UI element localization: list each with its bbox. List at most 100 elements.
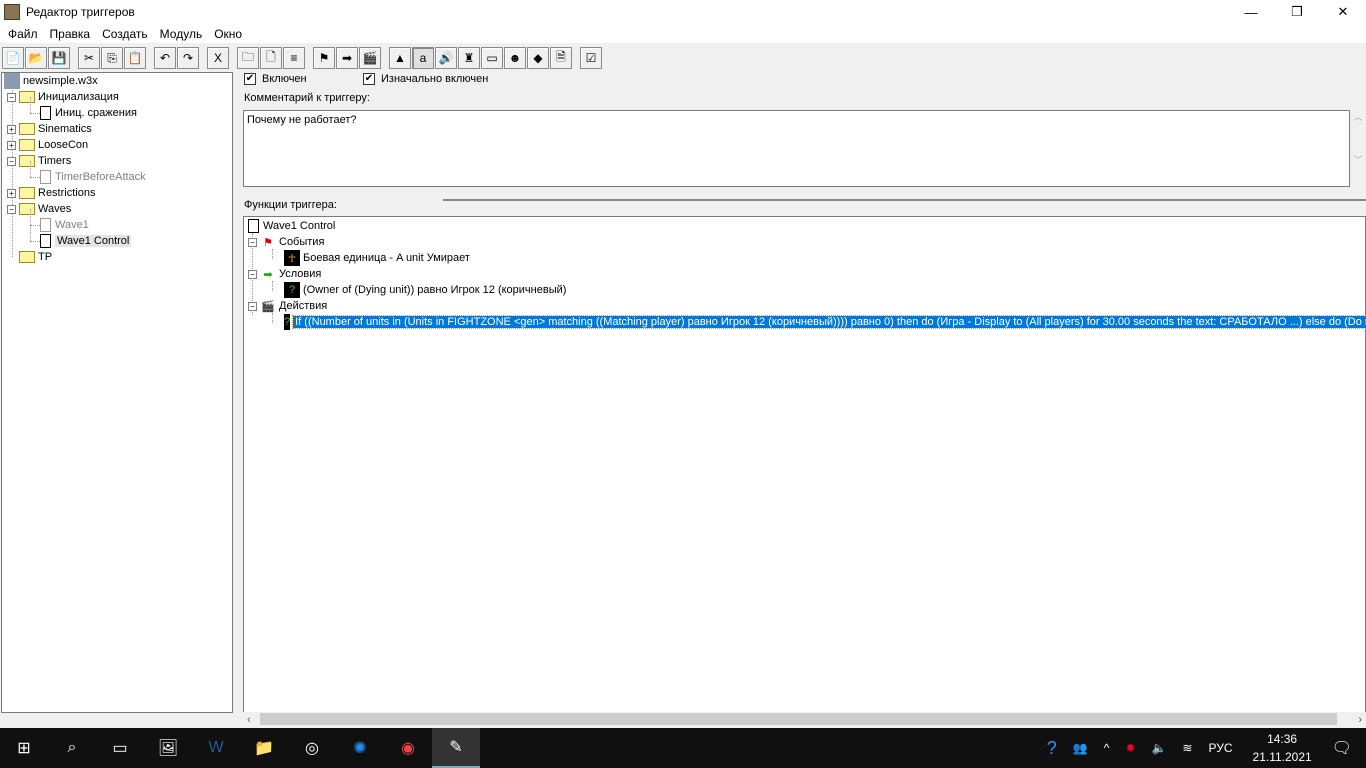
undo-button[interactable]: ↶ [154,47,176,69]
action-item[interactable]: ? If ((Number of units in (Units in FIGHT… [284,314,1366,330]
trigger-icon [40,218,51,232]
tree-item[interactable]: Иниц. сражения [26,105,137,121]
condition-button[interactable]: ➡ [336,47,358,69]
help-icon[interactable]: ? [1047,738,1057,759]
volume-icon[interactable]: 🔈 [1151,741,1166,755]
folder-icon [19,187,35,199]
object-editor-icon: ♜ [463,51,475,65]
menu-bar: Файл Правка Создать Модуль Окно [0,24,1366,43]
battlenet-icon[interactable]: ✺ [336,728,384,768]
action-text: If ((Number of units in (Units in FIGHTZ… [292,315,1366,329]
language-indicator[interactable]: РУС [1208,741,1232,755]
tree-label: TimerBeforeAttack [55,171,146,183]
close-button[interactable]: ✕ [1320,0,1366,24]
tree-item[interactable]: + LooseCon [7,137,88,153]
search-icon[interactable]: ⌕ [48,728,96,768]
horizontal-scrollbar[interactable]: ‹ › [243,712,1366,727]
new-button[interactable]: 📄 [2,47,24,69]
import-manager-icon: ◆ [533,51,543,65]
word-icon[interactable]: W [192,728,240,768]
question-icon: ? [284,314,291,330]
menu-create[interactable]: Создать [96,27,154,41]
unit-event-icon: ☥ [284,250,300,266]
new-category-button[interactable]: 🗀 [237,47,259,69]
world-editor-icon[interactable]: ✎ [432,728,480,768]
initially-on-checkbox[interactable]: ✔ Изначально включен [363,72,488,86]
comment-textarea[interactable]: Почему не работает? [243,110,1350,187]
enabled-checkbox[interactable]: ✔ Включен [244,72,307,86]
menu-window[interactable]: Окно [208,27,248,41]
event-item[interactable]: ☥ Боевая единица - A unit Умирает [284,250,470,266]
splitter[interactable] [443,199,1366,201]
chevron-up-icon[interactable]: ^ [1104,741,1110,755]
tree-item[interactable]: TP [7,249,52,265]
menu-file[interactable]: Файл [2,27,44,41]
campaign-editor-button[interactable]: ▭ [481,47,503,69]
new-trigger-icon: 🗋 [266,49,276,64]
validate-icon: ☑ [585,51,597,65]
notifications-icon[interactable]: 🗨 [1332,738,1352,758]
functions-tree[interactable]: Wave1 Control − ⚑ События ☥ Боевая единица … [243,216,1366,713]
import-manager-button[interactable]: ◆ [527,47,549,69]
new-trigger-button[interactable]: 🗋 [260,47,282,69]
tree-item[interactable]: + Restrictions [7,185,95,201]
tree-item[interactable]: + Sinematics [7,121,92,137]
action-button[interactable]: 🎬 [359,47,381,69]
redo-button[interactable]: ↷ [177,47,199,69]
wifi-icon[interactable]: ≋ [1182,741,1192,755]
open-icon: 📂 [28,51,44,65]
steam-icon[interactable]: ◎ [288,728,336,768]
tree-item[interactable]: − Timers [7,153,71,169]
minimize-button[interactable]: — [1228,0,1274,24]
tree-item[interactable]: − Waves [7,201,71,217]
comment-scrollbar[interactable]: ︿ ﹀ [1350,110,1366,187]
condition-item[interactable]: ? (Owner of (Dying unit)) равно Игрок 12 … [284,282,566,298]
save-button[interactable]: 💾 [48,47,70,69]
enabled-label: Включен [262,73,307,85]
validate-button[interactable]: ☑ [580,47,602,69]
question-icon: ? [284,282,300,298]
maximize-button[interactable]: ❐ [1274,0,1320,24]
events-node[interactable]: − ⚑ События [248,234,324,250]
delete-icon: X [213,51,222,65]
start-icon[interactable]: ⊞ [0,728,48,768]
image-app-icon[interactable]: 🖼 [144,728,192,768]
trigger-tree[interactable]: newsimple.w3x − Инициализация Иниц. сражени… [1,72,233,713]
explorer-icon[interactable]: 📁 [240,728,288,768]
trigger-editor-button[interactable]: a [412,47,434,69]
task-view-icon[interactable]: ▭ [96,728,144,768]
menu-module[interactable]: Модуль [154,27,209,41]
conditions-node[interactable]: − ➡ Условия [248,266,321,282]
test-map-button[interactable]: 🗎 [550,47,572,69]
new-comment-button[interactable]: ≡ [283,47,305,69]
sound-editor-icon: 🔊 [438,51,454,65]
delete-button[interactable]: X [207,47,229,69]
paste-button[interactable]: 📋 [124,47,146,69]
map-root-node[interactable]: newsimple.w3x [4,73,98,89]
tray-app-icon[interactable]: ✸ [1125,741,1135,755]
copy-button[interactable]: ⎘ [101,47,123,69]
trigger-editor-icon: a [419,51,427,65]
tree-item[interactable]: Wave1 [26,217,89,233]
event-button[interactable]: ⚑ [313,47,335,69]
cut-button[interactable]: ✂ [78,47,100,69]
scroll-thumb[interactable] [260,713,1337,725]
ai-editor-button[interactable]: ☻ [504,47,526,69]
chrome-icon[interactable]: ◉ [384,728,432,768]
tree-item[interactable]: TimerBeforeAttack [26,169,146,185]
new-comment-icon: ≡ [290,51,298,65]
sound-editor-button[interactable]: 🔊 [435,47,457,69]
clock[interactable]: 14:36 21.11.2021 [1253,730,1312,766]
actions-node[interactable]: − 🎬 Действия [248,298,327,314]
object-editor-button[interactable]: ♜ [458,47,480,69]
initially-on-label: Изначально включен [381,73,489,85]
people-icon[interactable]: 👥 [1073,741,1088,755]
tree-item[interactable]: − Инициализация [7,89,119,105]
tree-item[interactable]: Wave1 Control [26,233,132,249]
condition-icon: ➡ [341,51,353,65]
open-button[interactable]: 📂 [25,47,47,69]
tree-label: newsimple.w3x [23,75,98,87]
menu-edit[interactable]: Правка [44,27,97,41]
terrain-editor-button[interactable]: ▲ [389,47,411,69]
trigger-root-node[interactable]: Wave1 Control [246,218,335,234]
